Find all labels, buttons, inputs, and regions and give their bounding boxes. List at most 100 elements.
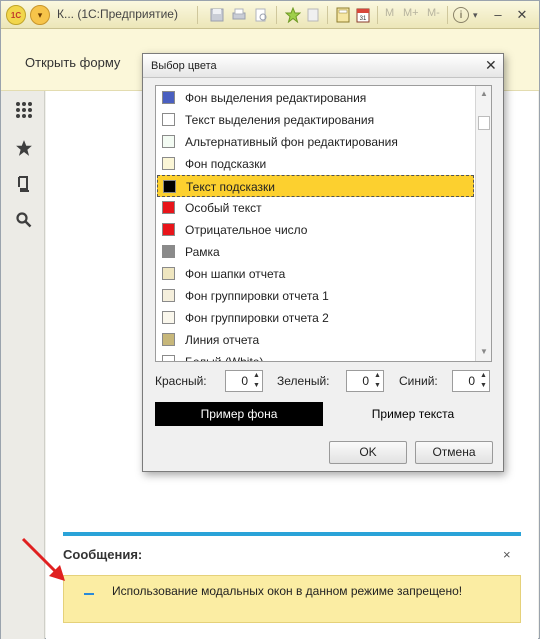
title-bar: 1С ▾ К... (1С:Предприятие) 31 M M+ M- i …: [1, 1, 539, 29]
color-list-item[interactable]: Фон выделения редактирования: [157, 87, 474, 109]
color-list[interactable]: Фон выделения редактирования Текст выделе…: [155, 85, 492, 362]
messages-accent-line: [63, 532, 521, 536]
blue-spinner[interactable]: 0 ▲ ▼: [452, 370, 490, 392]
color-item-label: Особый текст: [185, 201, 262, 215]
print-icon[interactable]: [229, 5, 249, 25]
color-swatch-icon: [162, 245, 175, 258]
color-list-item[interactable]: Альтернативный фон редактирования: [157, 131, 474, 153]
color-item-label: Фон шапки отчета: [185, 267, 286, 281]
color-list-item[interactable]: Отрицательное число: [157, 219, 474, 241]
color-list-item[interactable]: Особый текст: [157, 197, 474, 219]
star-icon[interactable]: [13, 137, 35, 159]
color-list-item[interactable]: Фон группировки отчета 1: [157, 285, 474, 307]
color-item-label: Отрицательное число: [185, 223, 308, 237]
color-list-item[interactable]: Белый (White): [157, 351, 474, 362]
color-swatch-icon: [163, 180, 176, 193]
link-icon[interactable]: [303, 5, 323, 25]
color-list-item[interactable]: Текст подсказки: [157, 175, 474, 197]
dialog-title: Выбор цвета: [151, 60, 217, 72]
toolbar-separator: [377, 6, 378, 24]
dialog-title-bar: Выбор цвета ✕: [143, 54, 503, 78]
blue-increment-icon[interactable]: ▲: [478, 371, 489, 381]
memory-plus-button[interactable]: M+: [403, 7, 419, 19]
color-swatch-icon: [162, 135, 175, 148]
color-list-item[interactable]: Фон группировки отчета 2: [157, 307, 474, 329]
color-swatch-icon: [162, 201, 175, 214]
message-item[interactable]: Использование модальных окон в данном ре…: [63, 575, 521, 623]
info-menu-chevron-icon[interactable]: ▾: [473, 10, 478, 21]
blue-label: Синий:: [399, 374, 438, 388]
memory-button[interactable]: M: [385, 7, 394, 19]
color-swatch-icon: [162, 267, 175, 280]
search-icon[interactable]: [13, 209, 35, 231]
favorite-star-icon[interactable]: [283, 5, 303, 25]
text-sample: Пример текста: [371, 407, 455, 421]
message-text: Использование модальных окон в данном ре…: [112, 584, 463, 598]
red-arrow-annotation-icon: [21, 537, 65, 581]
color-list-scrollbar[interactable]: ▲ ▼: [475, 86, 491, 361]
green-value[interactable]: 0: [351, 374, 369, 388]
color-list-item[interactable]: Текст выделения редактирования: [157, 109, 474, 131]
color-swatch-icon: [162, 355, 175, 361]
green-increment-icon[interactable]: ▲: [372, 371, 383, 381]
print-preview-icon[interactable]: [251, 5, 271, 25]
red-label: Красный:: [155, 374, 207, 388]
calendar-icon[interactable]: 31: [353, 5, 373, 25]
color-item-label: Текст подсказки: [186, 180, 275, 194]
color-item-label: Фон группировки отчета 1: [185, 289, 329, 303]
save-icon[interactable]: [207, 5, 227, 25]
scrollbar-thumb[interactable]: [478, 116, 490, 130]
ok-button[interactable]: OK: [329, 441, 407, 464]
cancel-button[interactable]: Отмена: [415, 441, 493, 464]
color-list-item[interactable]: Фон подсказки: [157, 153, 474, 175]
color-list-item[interactable]: Линия отчета: [157, 329, 474, 351]
toolbar-separator: [447, 6, 448, 24]
green-spinner[interactable]: 0 ▲ ▼: [346, 370, 384, 392]
apps-grid-icon[interactable]: [13, 99, 35, 121]
color-swatch-icon: [162, 289, 175, 302]
color-item-label: Текст выделения редактирования: [185, 113, 375, 127]
open-form-button[interactable]: Открыть форму: [25, 55, 120, 70]
color-item-label: Рамка: [185, 245, 220, 259]
dialog-close-icon[interactable]: ✕: [485, 57, 497, 74]
color-swatch-icon: [162, 333, 175, 346]
green-decrement-icon[interactable]: ▼: [372, 381, 383, 391]
main-menu-icon[interactable]: ▾: [30, 5, 50, 25]
red-increment-icon[interactable]: ▲: [251, 371, 262, 381]
toolbar-separator: [327, 6, 328, 24]
color-item-label: Линия отчета: [185, 333, 260, 347]
color-item-label: Фон выделения редактирования: [185, 91, 367, 105]
toolbar-separator: [276, 6, 277, 24]
toolbar-separator: [197, 6, 198, 24]
color-swatch-icon: [162, 91, 175, 104]
color-item-label: Фон подсказки: [185, 157, 267, 171]
green-label: Зеленый:: [277, 374, 330, 388]
blue-decrement-icon[interactable]: ▼: [478, 381, 489, 391]
color-swatch-icon: [162, 113, 175, 126]
history-icon[interactable]: [13, 173, 35, 195]
calculator-icon[interactable]: [333, 5, 353, 25]
scroll-up-icon[interactable]: ▲: [478, 88, 490, 100]
close-window-button[interactable]: ✕: [513, 6, 531, 24]
background-sample: Пример фона: [155, 402, 323, 426]
message-bullet-icon: [84, 593, 94, 595]
color-item-label: Фон группировки отчета 2: [185, 311, 329, 325]
memory-minus-button[interactable]: M-: [427, 7, 440, 19]
red-decrement-icon[interactable]: ▼: [251, 381, 262, 391]
color-swatch-icon: [162, 223, 175, 236]
scroll-down-icon[interactable]: ▼: [478, 346, 490, 358]
1c-logo-icon[interactable]: 1С: [6, 5, 26, 25]
red-value[interactable]: 0: [230, 374, 248, 388]
blue-value[interactable]: 0: [457, 374, 475, 388]
color-list-item[interactable]: Рамка: [157, 241, 474, 263]
messages-title: Сообщения:: [63, 547, 143, 562]
color-picker-dialog: Выбор цвета ✕ Фон выделения редактирован…: [142, 53, 504, 472]
info-icon[interactable]: i: [453, 7, 469, 23]
color-item-label: Белый (White): [185, 355, 264, 362]
minimize-button[interactable]: –: [489, 6, 507, 24]
messages-close-icon[interactable]: ×: [503, 547, 511, 562]
color-list-item[interactable]: Фон шапки отчета: [157, 263, 474, 285]
color-item-label: Альтернативный фон редактирования: [185, 135, 398, 149]
color-swatch-icon: [162, 311, 175, 324]
red-spinner[interactable]: 0 ▲ ▼: [225, 370, 263, 392]
